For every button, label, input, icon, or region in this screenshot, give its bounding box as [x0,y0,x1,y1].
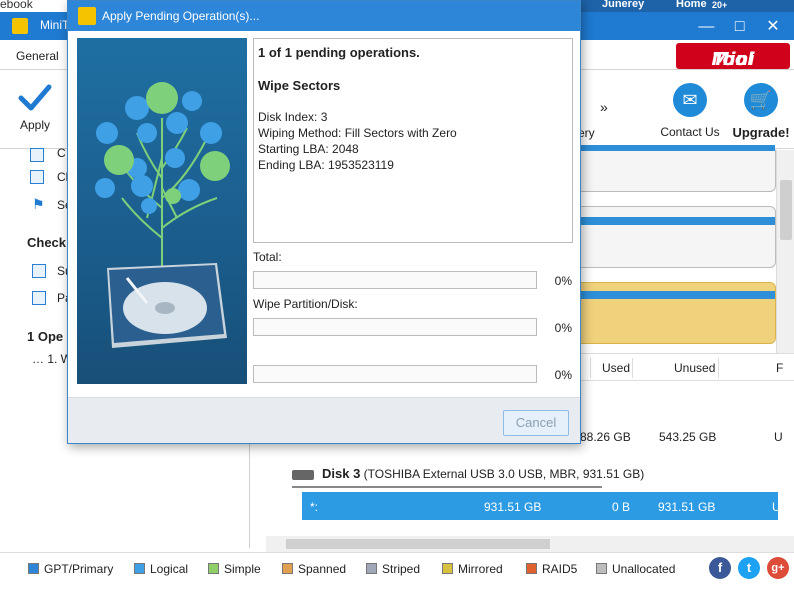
contact-us-button[interactable]: ✉ Contact Us [656,83,724,139]
horizontal-scrollbar[interactable] [266,536,794,552]
legend-logical: Logical [134,562,188,576]
dialog-title: Apply Pending Operation(s)... [102,9,260,23]
minimize-icon[interactable]: — [691,18,721,36]
legend-bar: GPT/Primary Logical Simple Spanned Strip… [0,552,794,603]
operation-details: Disk Index: 3 Wiping Method: Fill Sector… [258,109,568,173]
partition-capacity: 931.51 GB [484,500,542,514]
minitool-logo: Mini Tool [676,43,790,70]
taskbar-item[interactable]: Junerey [602,0,644,10]
legend-unallocated: Unallocated [596,562,675,576]
legend-striped: Striped [366,562,420,576]
contact-label: Contact Us [660,125,720,139]
col-unused[interactable]: Unused [674,361,715,375]
row-end-value: U [774,430,783,444]
disk-index: Disk Index: 3 [258,110,328,124]
apply-label: Apply [19,118,51,132]
col-used[interactable]: Used [602,361,630,375]
pending-summary: 1 of 1 pending operations. [258,45,420,60]
dialog-body: 1 of 1 pending operations. Wipe Sectors … [68,31,580,397]
partition-name: *: [310,500,319,514]
col-filesystem[interactable]: F [776,361,783,375]
action-icon [30,170,44,184]
disk-name: Disk 3 [322,466,361,481]
action-item[interactable]: C [57,146,66,160]
partition-unused: 931.51 GB [658,500,716,514]
cancel-button[interactable]: Cancel [503,410,569,436]
action-icon [32,291,46,305]
total-label: Total: [253,250,282,264]
upgrade-button[interactable]: 🛒 Upgrade! [728,83,794,140]
app-icon [12,18,28,34]
taskbar-badge: 20+ [712,0,728,10]
edge-fragment: ebook [0,0,33,11]
legend-raid5: RAID5 [526,562,577,576]
partition-end: U [772,500,781,514]
step-progress-bar [253,365,537,383]
check-section-header: Check [27,235,67,250]
wipe-progress-bar [253,318,537,336]
action-icon [32,264,46,278]
taskbar-strip: Junerey Home 20+ [570,0,794,12]
pending-operation-item[interactable]: … 1. W [32,352,72,366]
hard-disk-tree-illustration [77,38,247,384]
upgrade-label: Upgrade! [732,125,790,140]
disk-description: (TOSHIBA External USB 3.0 USB, MBR, 931.… [363,467,645,481]
cart-icon: 🛒 [744,83,778,117]
total-percent: 0% [554,274,572,288]
google-plus-icon[interactable]: g+ [767,557,789,579]
checkmark-icon [18,84,52,111]
vertical-scrollbar[interactable] [776,150,794,360]
more-tools-icon[interactable]: » [600,99,608,115]
envelope-icon: ✉ [673,83,707,117]
selected-partition-row[interactable]: *: 931.51 GB 0 B 931.51 GB U [302,492,781,520]
app-title: MiniT [40,18,70,32]
total-progress-bar [253,271,537,289]
apply-button[interactable]: Apply [6,83,64,132]
legend-mirrored: Mirrored [442,562,503,576]
partition-used: 0 B [612,500,631,514]
hard-disk-tree-icon [95,82,230,348]
menu-general[interactable]: General [16,49,59,63]
row-used-value: 88.26 GB [580,430,631,444]
logo-tool: Tool [712,49,754,70]
starting-lba: Starting LBA: 2048 [258,142,359,156]
disk-icon [292,469,314,480]
twitter-icon[interactable]: t [738,557,760,579]
row-unused-value: 543.25 GB [659,430,717,444]
disk-underline [292,486,602,488]
legend-spanned: Spanned [282,562,346,576]
close-icon[interactable]: ✕ [758,16,788,36]
operation-name: Wipe Sectors [258,78,341,93]
ending-lba: Ending LBA: 1953523119 [258,158,394,172]
dialog-footer: Cancel [68,397,580,443]
legend-gpt-primary: GPT/Primary [28,562,113,576]
dialog-title-bar: Apply Pending Operation(s)... [68,1,580,31]
step-percent: 0% [554,368,572,382]
window-controls: — □ ✕ [691,16,788,36]
disk-3-row[interactable]: Disk 3 (TOSHIBA External USB 3.0 USB, MB… [292,466,644,481]
apply-pending-operations-dialog: Apply Pending Operation(s)... 1 of 1 pen… [67,0,581,444]
facebook-icon[interactable]: f [709,557,731,579]
wiping-method: Wiping Method: Fill Sectors with Zero [258,126,457,140]
maximize-icon[interactable]: □ [725,18,755,36]
taskbar-item[interactable]: Home [676,0,707,10]
app-icon [78,7,96,25]
legend-simple: Simple [208,562,261,576]
action-icon [30,148,44,162]
wipe-percent: 0% [554,321,572,335]
flag-icon: ⚑ [32,196,45,212]
operations-header: 1 Ope [27,329,64,344]
operation-info-box: 1 of 1 pending operations. Wipe Sectors … [253,38,573,243]
wipe-label: Wipe Partition/Disk: [253,297,358,311]
